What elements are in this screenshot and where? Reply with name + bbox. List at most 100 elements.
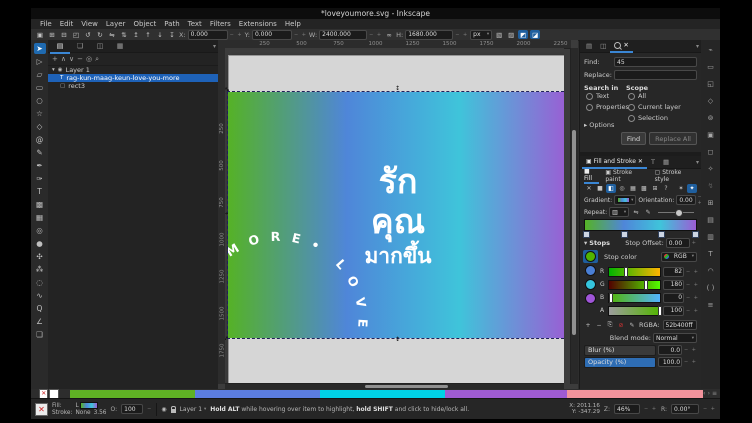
tool-icon[interactable]: ● xyxy=(34,238,46,249)
scrollbar-thumb[interactable] xyxy=(572,130,576,335)
find-input[interactable]: 45 xyxy=(614,57,697,67)
dock-tab-icon[interactable]: ▤ xyxy=(50,40,70,54)
object-row-selected[interactable]: T rag-kun-maag-keun-love-you-more xyxy=(48,74,218,82)
toolbar-icon[interactable]: ▨ xyxy=(506,30,516,39)
slider-thumb[interactable] xyxy=(624,267,628,277)
object-opacity-spinner[interactable]: − xyxy=(147,406,152,412)
menu-item[interactable]: View xyxy=(77,20,102,28)
opacity-value[interactable]: 100.0 xyxy=(658,357,682,367)
chevron-down-icon[interactable]: ▾ xyxy=(213,43,216,50)
white-swatch[interactable] xyxy=(49,389,58,399)
stop-offset-field[interactable]: 0.00 xyxy=(666,238,690,248)
gradient-action-icon[interactable]: ⇋ xyxy=(631,208,641,217)
snap-icon[interactable]: ◇ xyxy=(705,95,717,106)
tool-icon[interactable]: ◇ xyxy=(34,121,46,132)
blur-slider[interactable]: Blur (%) xyxy=(584,345,656,356)
zoom-field[interactable]: 46% xyxy=(614,404,640,414)
tool-icon[interactable]: ☆ xyxy=(34,108,46,119)
radio-option[interactable]: All xyxy=(628,92,681,100)
blur-value[interactable]: 0.0 xyxy=(658,345,682,355)
tab-fill-and-stroke[interactable]: ▣ Fill and Stroke ✕ xyxy=(582,155,647,169)
chevron-down-icon[interactable]: ▾ xyxy=(696,159,699,166)
options-expander[interactable]: ▸ Options xyxy=(580,121,701,129)
toolbar-icon[interactable]: ↧ xyxy=(167,30,177,39)
expander-caret-icon[interactable]: ▾ xyxy=(584,239,587,247)
tool-icon[interactable]: ▷ xyxy=(34,56,46,67)
tool-icon[interactable]: ∿ xyxy=(34,290,46,301)
offset-slider[interactable] xyxy=(658,212,694,213)
slider-value[interactable]: 180 xyxy=(663,280,684,290)
paint-type-icon[interactable]: ◧ xyxy=(606,184,616,193)
slider-track[interactable] xyxy=(608,267,661,277)
paint-type-icon[interactable]: ■ xyxy=(595,184,605,193)
menu-item[interactable]: Edit xyxy=(56,20,78,28)
gradient-action-icon[interactable]: ✎ xyxy=(643,208,653,217)
menu-item[interactable]: File xyxy=(36,20,56,28)
gradient-stop-handle[interactable] xyxy=(583,231,590,238)
slider-spinner[interactable]: − + xyxy=(686,295,699,301)
snap-icon[interactable]: ◱ xyxy=(705,78,717,89)
tool-icon[interactable]: ✑ xyxy=(34,173,46,184)
stop-action-icon[interactable]: ✎ xyxy=(628,321,636,330)
slider-value[interactable]: 82 xyxy=(663,267,684,277)
tool-icon[interactable]: ◎ xyxy=(34,225,46,236)
stop-action-icon[interactable]: ⊘ xyxy=(617,321,625,330)
rgba-field[interactable]: 52b400ff xyxy=(663,320,697,330)
toolbar-icon[interactable]: ⊟ xyxy=(59,30,69,39)
snap-icon[interactable]: ▥ xyxy=(705,231,717,242)
dock-tab-icon[interactable]: ◫ xyxy=(596,40,610,52)
current-layer-dropdown[interactable]: Layer 1 ▾ xyxy=(180,406,207,413)
rotation-spinner[interactable]: − + xyxy=(703,406,716,412)
palette-swatch[interactable] xyxy=(320,390,445,398)
stop-action-icon[interactable]: − xyxy=(595,321,603,330)
gradient-stop-handle[interactable] xyxy=(658,231,665,238)
last-color-swatch[interactable]: ✕ xyxy=(35,403,48,416)
toolbar-icon[interactable]: ↥ xyxy=(131,30,141,39)
menu-item[interactable]: Filters xyxy=(206,20,235,28)
gradient-dropdown[interactable]: ▾ xyxy=(614,195,636,205)
tool-icon[interactable]: T xyxy=(34,186,46,197)
y-spinner[interactable]: − + xyxy=(294,32,307,38)
slider-track[interactable] xyxy=(608,280,661,290)
menu-item[interactable]: Help xyxy=(281,20,305,28)
find-button[interactable]: Find xyxy=(621,132,646,145)
menu-item[interactable]: Extensions xyxy=(235,20,281,28)
gradient-stop-item[interactable] xyxy=(583,250,598,263)
w-field[interactable]: 2400.000 xyxy=(319,30,367,40)
slider-thumb[interactable] xyxy=(675,209,683,217)
paint-type-icon[interactable]: ▦ xyxy=(628,184,638,193)
tab-symbols[interactable]: ▦ xyxy=(659,156,673,168)
tool-icon[interactable]: ⁂ xyxy=(34,264,46,275)
color-mode-dropdown[interactable]: RGB ▾ xyxy=(661,252,697,262)
slider-value[interactable]: 0 xyxy=(663,293,684,303)
layers-toolbar-icon[interactable]: − xyxy=(77,55,83,63)
close-icon[interactable]: ✕ xyxy=(638,158,643,165)
toolbar-icon[interactable]: ⊞ xyxy=(47,30,57,39)
menu-item[interactable]: Object xyxy=(129,20,160,28)
scale-handle-n[interactable]: ↕ xyxy=(395,86,400,92)
snap-icon[interactable]: ▭ xyxy=(705,61,717,72)
close-icon[interactable]: ✕ xyxy=(623,41,628,49)
slider-spinner[interactable]: − + xyxy=(686,269,699,275)
dock-tab-icon[interactable]: ▦ xyxy=(110,40,130,52)
radio-option[interactable]: Text xyxy=(586,92,626,100)
palette-control-icon[interactable]: ≡ xyxy=(712,390,717,397)
palette-swatch[interactable] xyxy=(70,390,195,398)
selected-gradient-rect[interactable]: L O V E Y O U M O R E • L O V E Y O U M … xyxy=(228,92,564,338)
chevron-down-icon[interactable]: ▾ xyxy=(696,43,699,50)
canvas-viewport[interactable]: L O V E Y O U M O R E • L O V E Y O U M … xyxy=(225,48,564,384)
tool-icon[interactable]: ✣ xyxy=(34,251,46,262)
slider-thumb[interactable] xyxy=(644,280,648,290)
tool-icon[interactable]: ✒ xyxy=(34,160,46,171)
palette-control-icon[interactable]: › xyxy=(708,390,710,397)
object-row[interactable]: ▢ rect3 xyxy=(48,82,218,90)
tool-icon[interactable]: ▱ xyxy=(34,69,46,80)
radio-option[interactable]: Current layer xyxy=(628,103,681,111)
tool-icon[interactable]: ➤ xyxy=(34,43,46,54)
opacity-spinner[interactable]: − + xyxy=(684,359,697,365)
slider-value[interactable]: 100 xyxy=(663,306,684,316)
stop-offset-spinner[interactable]: + xyxy=(692,240,697,246)
fill-swatch[interactable] xyxy=(80,402,98,409)
expander-caret-icon[interactable]: ▾ xyxy=(52,67,55,73)
palette-control-icon[interactable]: ‹ xyxy=(703,390,705,397)
